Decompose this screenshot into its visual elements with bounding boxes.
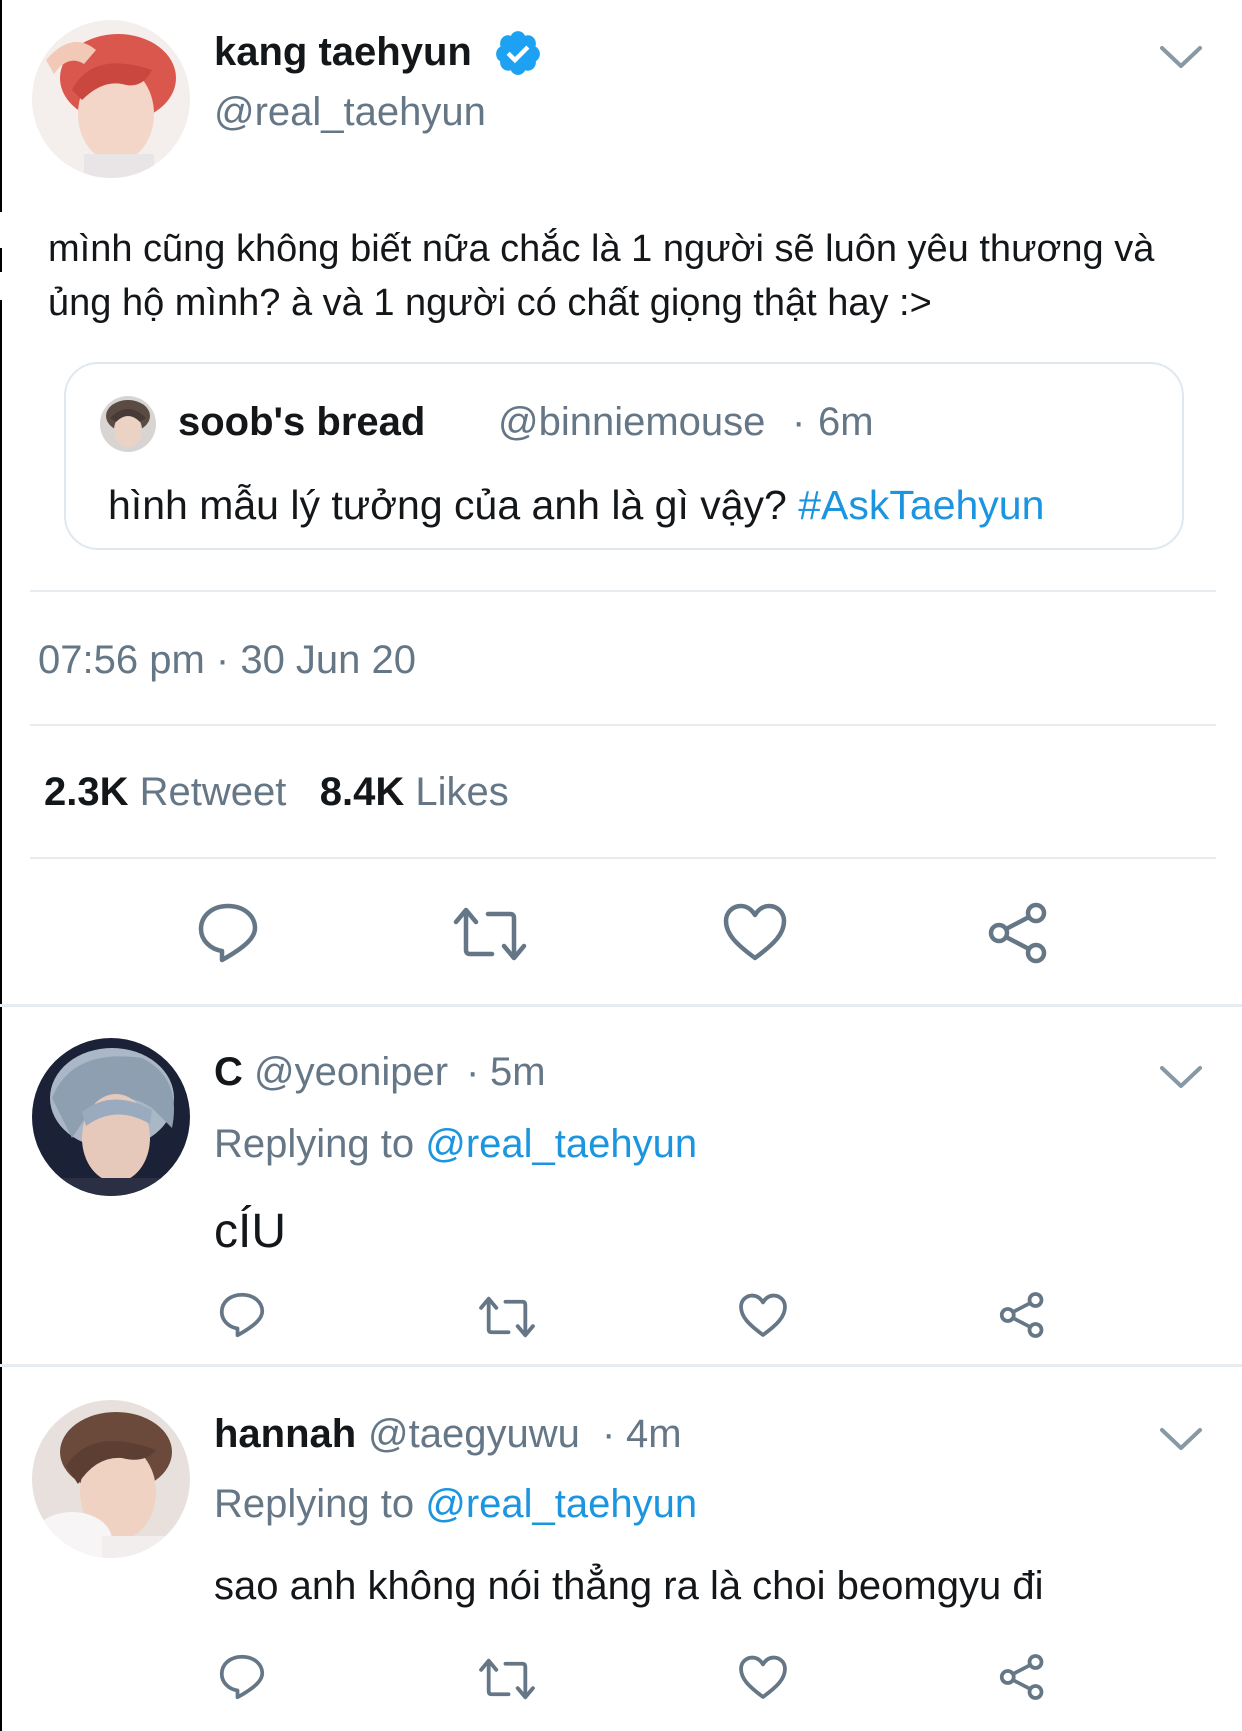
section-divider bbox=[0, 1364, 1242, 1367]
share-button[interactable] bbox=[998, 1652, 1046, 1702]
retweet-icon bbox=[453, 907, 527, 961]
retweet-button[interactable] bbox=[478, 1656, 536, 1702]
like-button[interactable] bbox=[738, 1654, 788, 1702]
retweet-button[interactable] bbox=[452, 904, 528, 964]
replying-prefix: Replying to bbox=[214, 1482, 415, 1526]
like-label[interactable]: Likes bbox=[415, 770, 508, 814]
like-button[interactable] bbox=[722, 902, 788, 964]
quoted-tweet-card[interactable]: soob's bread @binniemouse · 6m hình mẫu … bbox=[64, 362, 1184, 550]
divider bbox=[30, 724, 1216, 726]
mention-link[interactable]: @real_taehyun bbox=[425, 1122, 697, 1166]
chevron-down-icon[interactable] bbox=[1158, 1062, 1204, 1092]
divider bbox=[30, 590, 1216, 592]
share-button[interactable] bbox=[998, 1290, 1046, 1340]
tweet-timestamp: 07:56 pm · 30 Jun 20 bbox=[38, 638, 417, 682]
like-count[interactable]: 8.4K bbox=[320, 770, 405, 814]
edge-line bbox=[0, 300, 2, 1731]
reply-handle[interactable]: @yeoniper bbox=[254, 1050, 448, 1095]
retweet-button[interactable] bbox=[478, 1294, 536, 1340]
quoted-display-name: soob's bread bbox=[178, 400, 426, 444]
quoted-text: hình mẫu lý tưởng của anh là gì vậy? #As… bbox=[108, 482, 1044, 529]
reply-button[interactable] bbox=[196, 900, 260, 966]
share-icon bbox=[999, 1654, 1044, 1700]
mention-link[interactable]: @real_taehyun bbox=[425, 1482, 697, 1526]
like-icon bbox=[739, 1293, 787, 1337]
retweet-icon bbox=[479, 1658, 535, 1700]
retweet-label[interactable]: Retweet bbox=[140, 770, 287, 814]
reply-avatar[interactable] bbox=[32, 1038, 190, 1196]
reply-avatar[interactable] bbox=[32, 1400, 190, 1558]
edge-line bbox=[0, 0, 2, 212]
quoted-handle: @binniemouse bbox=[498, 400, 766, 444]
tweet-text-line: mình cũng không biết nữa chắc là 1 người… bbox=[48, 228, 1155, 270]
hashtag-link[interactable]: #AskTaehyun bbox=[798, 482, 1044, 528]
author-avatar[interactable] bbox=[32, 20, 190, 178]
reply-text: cÍU bbox=[214, 1205, 286, 1258]
quoted-text-body: hình mẫu lý tưởng của anh là gì vậy? bbox=[108, 482, 787, 528]
reply-icon bbox=[219, 1292, 265, 1338]
retweet-icon bbox=[479, 1296, 535, 1338]
reply-display-name[interactable]: C bbox=[214, 1050, 243, 1095]
like-icon bbox=[723, 903, 787, 961]
share-icon bbox=[988, 902, 1047, 964]
chevron-down-icon[interactable] bbox=[1158, 1424, 1204, 1454]
reply-separator: · bbox=[466, 1050, 480, 1094]
reply-time: 4m bbox=[626, 1412, 682, 1456]
reply-button[interactable] bbox=[218, 1652, 266, 1702]
tweet-stats: 2.3K Retweet 8.4K Likes bbox=[44, 770, 509, 815]
author-display-name[interactable]: kang taehyun bbox=[214, 30, 472, 75]
reply-text: sao anh không nói thẳng ra là choi beomg… bbox=[214, 1564, 1044, 1608]
verified-badge-icon bbox=[496, 31, 540, 75]
share-button[interactable] bbox=[986, 900, 1050, 966]
reply-display-name[interactable]: hannah bbox=[214, 1412, 356, 1457]
reply-handle[interactable]: @taegyuwu bbox=[368, 1412, 580, 1457]
like-icon bbox=[739, 1655, 787, 1699]
like-button[interactable] bbox=[738, 1292, 788, 1340]
author-handle[interactable]: @real_taehyun bbox=[214, 90, 486, 135]
tweet-thread: kang taehyun @real_taehyun mình cũng khô… bbox=[0, 0, 1242, 1731]
divider bbox=[30, 857, 1216, 859]
retweet-count[interactable]: 2.3K bbox=[44, 770, 129, 814]
tweet-text-line: ủng hộ mình? à và 1 người có chất giọng … bbox=[48, 282, 932, 324]
replying-prefix: Replying to bbox=[214, 1122, 415, 1166]
edge-line bbox=[0, 248, 2, 272]
quoted-avatar bbox=[100, 396, 156, 452]
reply-button[interactable] bbox=[218, 1290, 266, 1340]
reply-separator: · bbox=[602, 1412, 616, 1456]
quoted-time: 6m bbox=[818, 400, 874, 444]
reply-time: 5m bbox=[490, 1050, 546, 1094]
section-divider bbox=[0, 1004, 1242, 1007]
reply-icon bbox=[219, 1654, 265, 1700]
quoted-separator: · bbox=[792, 400, 806, 444]
replying-to: Replying to @real_taehyun bbox=[214, 1122, 697, 1167]
chevron-down-icon[interactable] bbox=[1158, 42, 1204, 72]
replying-to: Replying to @real_taehyun bbox=[214, 1482, 697, 1527]
reply-icon bbox=[198, 903, 258, 963]
share-icon bbox=[999, 1292, 1044, 1338]
tweet-text: mình cũng không biết nữa chắc là 1 người… bbox=[48, 222, 1218, 330]
